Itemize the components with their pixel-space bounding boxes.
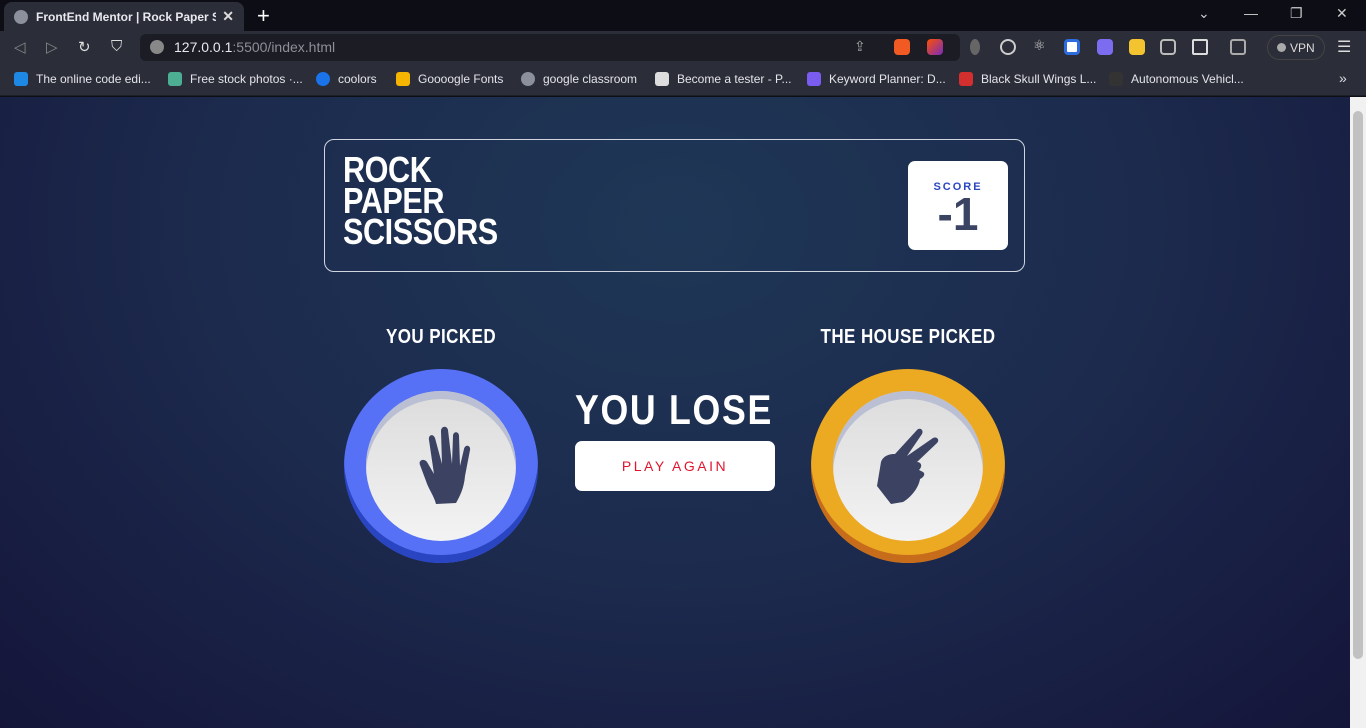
bookmark-label: Keyword Planner: D...	[829, 72, 946, 86]
scissors-hand-icon	[877, 428, 939, 504]
forward-icon[interactable]: ▷	[46, 38, 58, 56]
house-pick-label: THE HOUSE PICKED	[820, 326, 996, 348]
score-header: ROCK PAPER SCISSORS SCORE -1	[324, 139, 1025, 272]
close-window-button[interactable]: ✕	[1336, 5, 1348, 22]
tab-strip: FrontEnd Mentor | Rock Paper Scissors ✕ …	[0, 0, 1366, 31]
bookmark-item[interactable]: Become a tester - P...	[655, 72, 792, 86]
site-info-icon[interactable]	[150, 40, 164, 54]
sidebar-icon[interactable]	[1192, 39, 1208, 55]
bookmark-favicon-icon	[168, 72, 182, 86]
player-paper-chip	[344, 369, 538, 563]
globe-icon	[14, 9, 28, 24]
bookmark-icon[interactable]: ⛉	[111, 38, 122, 55]
game-title: ROCK PAPER SCISSORS	[343, 152, 498, 252]
page-scrollbar[interactable]	[1350, 97, 1366, 728]
reload-icon[interactable]: ↻	[78, 38, 91, 56]
extension-icon[interactable]	[970, 39, 980, 55]
more-bookmarks-icon[interactable]: »	[1339, 70, 1347, 86]
play-again-button[interactable]: PLAY AGAIN	[575, 441, 775, 491]
bookmark-label: Goooogle Fonts	[418, 72, 504, 86]
bookmark-item[interactable]: Black Skull Wings L...	[959, 72, 1096, 86]
house-scissors-chip	[811, 369, 1005, 563]
share-icon[interactable]: ⇪	[854, 38, 866, 55]
bookmark-favicon-icon	[959, 72, 973, 86]
bookmark-favicon-icon	[521, 72, 535, 86]
brave-rewards-icon[interactable]	[927, 39, 943, 55]
back-icon[interactable]: ◁	[14, 38, 26, 56]
bookmarks-bar: The online code edi... Free stock photos…	[0, 64, 1366, 96]
extension-folder-icon[interactable]	[1129, 39, 1145, 55]
menu-icon[interactable]: ☰	[1337, 37, 1351, 57]
score-box: SCORE -1	[908, 161, 1008, 250]
score-value: -1	[937, 188, 979, 240]
tab-title: FrontEnd Mentor | Rock Paper Scissors	[36, 9, 217, 24]
bookmark-favicon-icon	[396, 72, 410, 86]
bookmark-label: google classroom	[543, 72, 638, 86]
new-tab-button[interactable]: +	[257, 3, 270, 29]
bookmark-item[interactable]: coolors	[316, 72, 377, 86]
address-bar[interactable]: 127.0.0.1:5500/index.html ⇪	[140, 34, 960, 61]
extensions-puzzle-icon[interactable]	[1160, 39, 1176, 55]
bookmark-item[interactable]: Keyword Planner: D...	[807, 72, 946, 86]
restore-button[interactable]: ❐	[1290, 5, 1303, 22]
extension-shield-icon[interactable]	[1064, 39, 1080, 55]
minimize-button[interactable]: —	[1244, 5, 1258, 21]
bookmark-favicon-icon	[807, 72, 821, 86]
bookmark-favicon-icon	[14, 72, 28, 86]
bookmark-item[interactable]: google classroom	[521, 72, 637, 86]
bookmark-favicon-icon	[316, 72, 330, 86]
bookmark-label: Become a tester - P...	[677, 72, 792, 86]
bookmark-favicon-icon	[1109, 72, 1123, 86]
bookmark-label: Autonomous Vehicl...	[1131, 72, 1244, 86]
title-line: SCISSORS	[343, 211, 498, 252]
react-devtools-icon[interactable]: ⚛	[1033, 37, 1049, 53]
bookmark-label: Black Skull Wings L...	[981, 72, 1097, 86]
scrollbar-thumb[interactable]	[1353, 111, 1363, 659]
bookmark-item[interactable]: The online code edi...	[14, 72, 151, 86]
bookmark-label: coolors	[338, 72, 377, 86]
bookmark-item[interactable]: Free stock photos ·...	[168, 72, 303, 86]
url-host: 127.0.0.1	[174, 39, 233, 55]
bookmark-item[interactable]: Autonomous Vehicl...	[1109, 72, 1244, 86]
tab-active[interactable]: FrontEnd Mentor | Rock Paper Scissors ✕	[4, 2, 244, 31]
paper-hand-icon	[419, 426, 471, 504]
extension-d-icon[interactable]	[1097, 39, 1113, 55]
wallet-icon[interactable]	[1230, 39, 1246, 55]
brave-shields-icon[interactable]	[894, 39, 910, 55]
vpn-button[interactable]: VPN	[1267, 35, 1325, 60]
bookmark-favicon-icon	[655, 72, 669, 86]
toolbar: ◁ ▷ ↻ ⛉ 127.0.0.1:5500/index.html ⇪ ⚛ VP…	[0, 31, 1366, 64]
close-tab-icon[interactable]: ✕	[222, 8, 234, 25]
url-path: :5500/index.html	[232, 39, 336, 55]
result-text: YOU LOSE	[574, 386, 774, 433]
tab-search-icon[interactable]: ⌄	[1198, 5, 1210, 22]
bookmark-label: The online code edi...	[36, 72, 151, 86]
bookmark-label: Free stock photos ·...	[190, 72, 303, 86]
player-pick-label: YOU PICKED	[385, 326, 497, 348]
extension-target-icon[interactable]	[1000, 39, 1016, 55]
game-page: ROCK PAPER SCISSORS SCORE -1 YOU PICKED …	[0, 97, 1350, 728]
bookmark-item[interactable]: Goooogle Fonts	[396, 72, 503, 86]
